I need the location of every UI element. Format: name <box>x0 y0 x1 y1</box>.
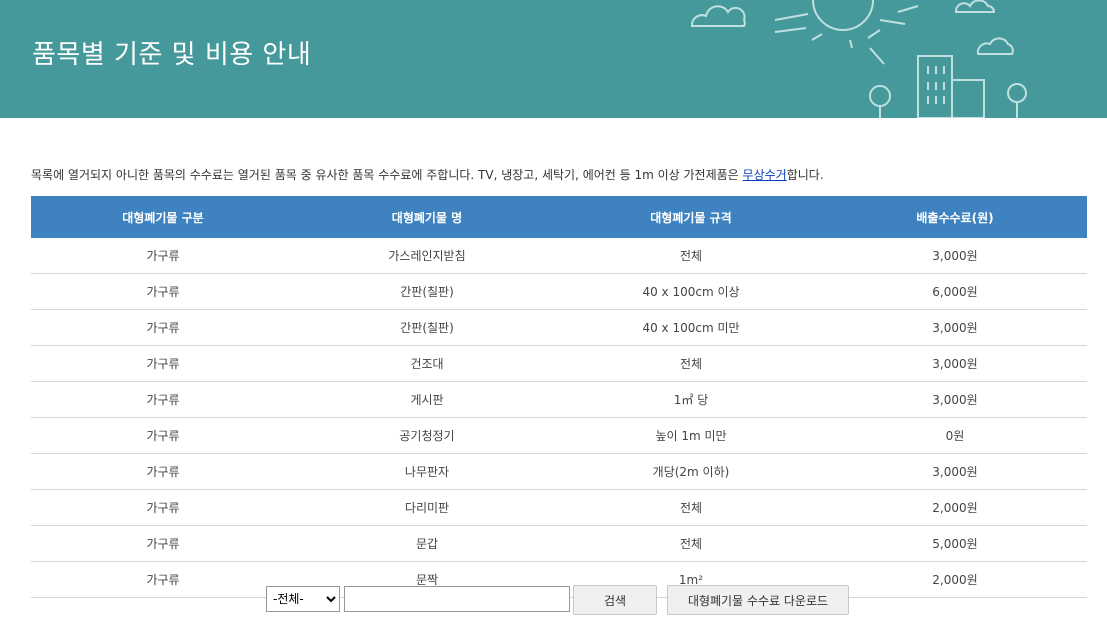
page-banner: 품목별 기준 및 비용 안내 <box>0 0 1107 118</box>
cell-spec: 전체 <box>559 489 823 526</box>
cell-spec: 전체 <box>559 525 823 562</box>
cloud-icon <box>690 5 746 27</box>
cell-spec: 1㎡ 당 <box>559 381 823 418</box>
table-row: 가구류 게시판 1㎡ 당 3,000원 <box>31 381 1087 418</box>
free-pickup-link[interactable]: 무상수거 <box>743 168 787 182</box>
download-fee-button[interactable]: 대형폐기물 수수료 다운로드 <box>667 585 849 615</box>
category-select[interactable]: -전체- <box>266 586 340 612</box>
cell-fee: 3,000원 <box>823 381 1087 418</box>
cell-fee: 6,000원 <box>823 273 1087 310</box>
cell-category: 가구류 <box>31 238 295 274</box>
table-row: 가구류 다리미판 전체 2,000원 <box>31 489 1087 526</box>
header-item-name: 대형폐기물 명 <box>295 196 559 238</box>
notice-text-before: 목록에 열거되지 아니한 품목의 수수료는 열거된 품목 중 유사한 품목 수수… <box>31 168 743 182</box>
table-header-row: 대형폐기물 구분 대형폐기물 명 대형폐기물 규격 배출수수료(원) <box>31 196 1087 238</box>
cell-category: 가구류 <box>31 309 295 346</box>
cell-category: 가구류 <box>31 453 295 490</box>
cell-item-name: 다리미판 <box>295 489 559 526</box>
cell-category: 가구류 <box>31 273 295 310</box>
table-row: 가구류 건조대 전체 3,000원 <box>31 345 1087 382</box>
cell-fee: 3,000원 <box>823 345 1087 382</box>
cell-item-name: 가스레인지받침 <box>295 238 559 274</box>
table-row: 가구류 공기청정기 높이 1m 미만 0원 <box>31 417 1087 454</box>
cell-fee: 5,000원 <box>823 525 1087 562</box>
cell-spec: 40 x 100cm 이상 <box>559 273 823 310</box>
lamp-icon <box>1007 83 1027 103</box>
cell-spec: 전체 <box>559 238 823 274</box>
fee-table: 대형폐기물 구분 대형폐기물 명 대형폐기물 규격 배출수수료(원) 가구류 가스… <box>31 196 1087 598</box>
tree-icon <box>869 85 891 107</box>
table-row: 가구류 가스레인지받침 전체 3,000원 <box>31 238 1087 274</box>
header-fee: 배출수수료(원) <box>823 196 1087 238</box>
table-row: 가구류 문갑 전체 5,000원 <box>31 525 1087 562</box>
search-bar: -전체- 검색 대형폐기물 수수료 다운로드 <box>0 585 1107 615</box>
cell-category: 가구류 <box>31 345 295 382</box>
cell-category: 가구류 <box>31 525 295 562</box>
header-category: 대형폐기물 구분 <box>31 196 295 238</box>
cell-spec: 전체 <box>559 345 823 382</box>
cell-item-name: 문갑 <box>295 525 559 562</box>
cell-fee: 3,000원 <box>823 238 1087 274</box>
cell-spec: 개당(2m 이하) <box>559 453 823 490</box>
page-title: 품목별 기준 및 비용 안내 <box>32 40 312 70</box>
table-row: 가구류 간판(칠판) 40 x 100cm 이상 6,000원 <box>31 273 1087 310</box>
cell-item-name: 간판(칠판) <box>295 309 559 346</box>
search-input[interactable] <box>344 586 570 612</box>
cell-category: 가구류 <box>31 417 295 454</box>
cell-fee: 0원 <box>823 417 1087 454</box>
table-row: 가구류 나무판자 개당(2m 이하) 3,000원 <box>31 453 1087 490</box>
cell-fee: 2,000원 <box>823 489 1087 526</box>
search-button[interactable]: 검색 <box>573 585 657 615</box>
sun-icon <box>812 0 874 31</box>
cell-item-name: 공기청정기 <box>295 417 559 454</box>
notice-text-after: 합니다. <box>786 168 824 182</box>
cell-spec: 40 x 100cm 미만 <box>559 309 823 346</box>
cell-item-name: 나무판자 <box>295 453 559 490</box>
cell-spec: 높이 1m 미만 <box>559 417 823 454</box>
table-row: 가구류 간판(칠판) 40 x 100cm 미만 3,000원 <box>31 309 1087 346</box>
cell-fee: 3,000원 <box>823 309 1087 346</box>
cell-fee: 3,000원 <box>823 453 1087 490</box>
notice-text: 목록에 열거되지 아니한 품목의 수수료는 열거된 품목 중 유사한 품목 수수… <box>31 166 824 183</box>
cell-item-name: 건조대 <box>295 345 559 382</box>
cell-item-name: 게시판 <box>295 381 559 418</box>
header-spec: 대형폐기물 규격 <box>559 196 823 238</box>
cell-category: 가구류 <box>31 489 295 526</box>
cell-category: 가구류 <box>31 381 295 418</box>
cell-item-name: 간판(칠판) <box>295 273 559 310</box>
